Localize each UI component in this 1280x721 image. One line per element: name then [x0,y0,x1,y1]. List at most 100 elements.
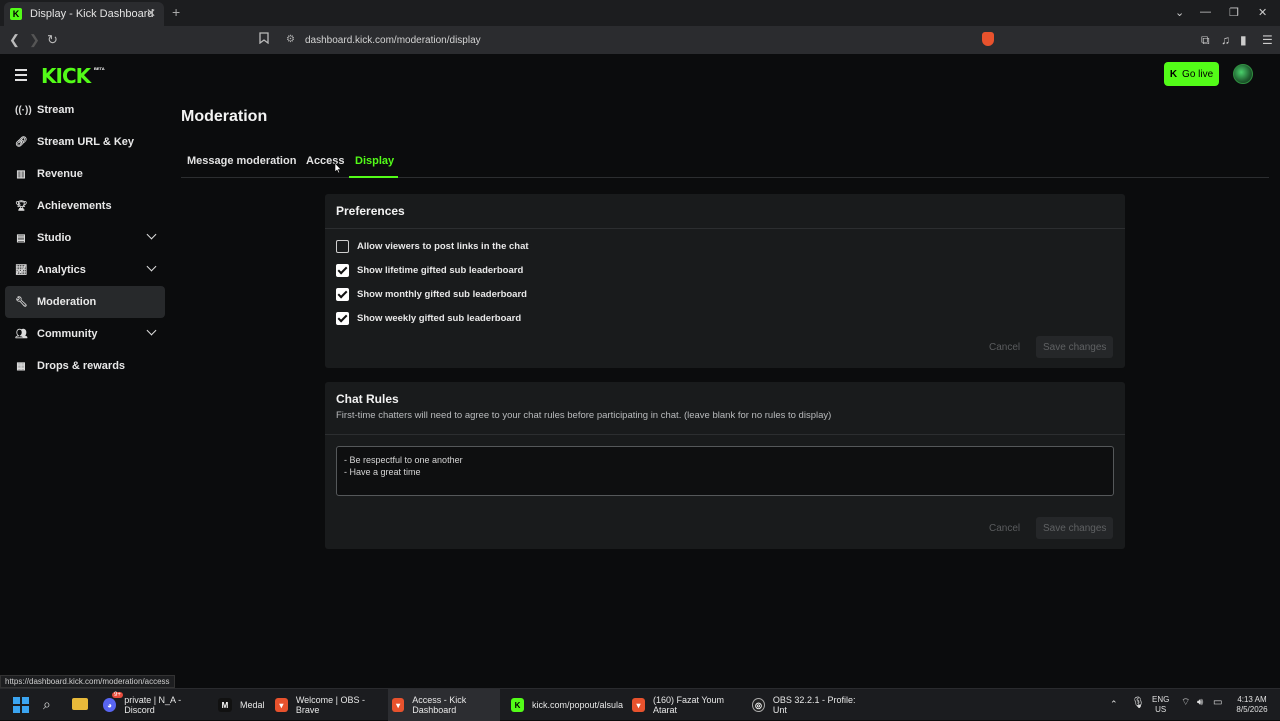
taskbar-item-kick-dashboard[interactable]: ▾ Access - Kick Dashboard [388,689,500,721]
taskbar-item-obs[interactable]: ◎ OBS 32.2.1 - Profile: Unt [748,689,863,721]
page-title: Moderation [181,108,268,125]
preferences-card: Preferences Allow viewers to post links … [325,194,1125,368]
extensions-icon[interactable]: ⧉ [1201,33,1210,48]
option-monthly-leaderboard[interactable]: Show monthly gifted sub leaderboard [336,288,527,301]
taskbar-item-kick-popout[interactable]: K kick.com/popout/alsula [507,689,623,721]
chat-rules-card: Chat Rules First-time chatters will need… [325,382,1125,549]
kick-dashboard: KICK BETA K Go live ((·)) Stream 🔗︎ Stre… [0,54,1280,688]
sidebar-item-moderation[interactable]: 🔧︎ Moderation [5,286,165,318]
link-icon: 🔗︎ [15,136,28,148]
chart-icon: ▥ [16,168,26,180]
sidebar-toggle-icon[interactable]: ▮ [1240,33,1247,47]
search-icon[interactable]: ⌕ [43,696,51,713]
save-changes-button[interactable]: Save changes [1036,336,1114,358]
address-bar-row: ❮ ❯ ↻ ⚙ dashboard.kick.com/moderation/di… [0,26,1280,54]
close-tab-icon[interactable]: ✕ [146,6,156,20]
preferences-title: Preferences [325,194,1125,229]
reload-icon[interactable]: ↻ [47,32,58,48]
monthly-leaderboard-checkbox[interactable] [336,288,349,301]
new-tab-icon[interactable]: + [172,4,180,20]
sidebar-item-label: Community [37,328,98,340]
sidebar-item-label: Moderation [37,296,97,308]
taskbar-item-medal[interactable]: M Medal [214,689,269,721]
chevron-down-icon[interactable] [146,261,157,272]
clock[interactable]: 4:13 AM 8/5/2026 [1230,695,1274,715]
obs-icon: ◎ [752,698,765,712]
option-lifetime-leaderboard[interactable]: Show lifetime gifted sub leaderboard [336,264,523,277]
brave-icon: ▾ [632,698,645,712]
option-label: Show weekly gifted sub leaderboard [357,313,522,324]
brave-shields-icon[interactable] [982,32,994,46]
language-indicator[interactable]: ENG US [1152,695,1169,715]
cancel-button[interactable]: Cancel [989,342,1020,353]
chevron-down-icon[interactable] [146,229,157,240]
cancel-button[interactable]: Cancel [989,523,1020,534]
sidebar-item-label: Stream URL & Key [37,136,134,148]
sidebar-item-label: Studio [37,232,72,244]
kick-icon: K [1169,68,1178,80]
chat-rules-textarea[interactable]: - Be respectful to one another - Have a … [336,446,1114,496]
lifetime-leaderboard-checkbox[interactable] [336,264,349,277]
file-explorer-icon[interactable] [72,698,88,710]
option-label: Show lifetime gifted sub leaderboard [357,265,524,276]
battery-icon[interactable]: ▭ [1213,698,1222,708]
windows-start-icon[interactable] [13,697,29,713]
brave-icon: ▾ [392,698,405,712]
forward-icon[interactable]: ❯ [29,32,40,48]
hamburger-menu-icon[interactable] [15,69,27,84]
volume-icon[interactable]: 🔊︎ [1197,698,1203,708]
tab-display[interactable]: Display [355,155,394,167]
bookmark-icon[interactable] [259,32,269,47]
sidebar: ((·)) Stream 🔗︎ Stream URL & Key ▥ Reven… [5,94,165,382]
sidebar-item-revenue[interactable]: ▥ Revenue [5,158,165,190]
kick-logo[interactable]: KICK [41,64,91,88]
taskbar-label: private | N_A - Discord [124,695,182,715]
mouse-cursor-icon [334,162,342,174]
taskbar-item-brave-obs[interactable]: ▾ Welcome | OBS - Brave [271,689,383,721]
sidebar-item-stream-url-key[interactable]: 🔗︎ Stream URL & Key [5,126,165,158]
microphone-icon[interactable]: 🎙︎ [1131,698,1145,709]
time-label: 4:13 AM [1237,695,1267,704]
sidebar-item-drops-rewards[interactable]: ▦ Drops & rewards [5,350,165,382]
taskbar: ⌕ ◕ private | N_A - Discord M Medal ▾ We… [0,688,1280,721]
url-field[interactable]: ⚙ dashboard.kick.com/moderation/display [280,29,1000,51]
kick-favicon-icon: K [10,8,22,20]
media-icon[interactable]: ♫ [1221,33,1230,47]
browser-tab[interactable]: K Display - Kick Dashboard ✕ [4,2,164,26]
allow-links-checkbox[interactable] [336,240,349,253]
option-weekly-leaderboard[interactable]: Show weekly gifted sub leaderboard [336,312,521,325]
chevron-down-icon[interactable]: ⌄ [1175,6,1184,19]
moderation-tabs: Message moderation Access Display [181,149,1269,178]
divider [325,434,1125,435]
menu-icon[interactable]: ☰ [1262,33,1273,47]
kick-icon: K [511,698,524,712]
sidebar-item-analytics[interactable]: 📈︎ Analytics [5,254,165,286]
restore-icon[interactable]: ❐ [1229,6,1239,19]
sidebar-item-label: Analytics [37,264,86,276]
tray-overflow-icon[interactable]: ⌃ [1110,699,1118,709]
taskbar-item-youtube[interactable]: ▾ (160) Fazat Youm Atarat [628,689,743,721]
chevron-down-icon[interactable] [146,325,157,336]
sidebar-item-achievements[interactable]: 🏆︎ Achievements [5,190,165,222]
minimize-icon[interactable]: — [1200,6,1211,18]
wrench-icon: 🔧︎ [15,296,28,308]
site-settings-icon[interactable]: ⚙ [286,34,298,46]
tab-message-moderation[interactable]: Message moderation [187,155,296,167]
taskbar-label: kick.com/popout/alsula [531,700,623,710]
trophy-icon: 🏆︎ [15,200,28,212]
save-changes-button[interactable]: Save changes [1036,517,1114,539]
sidebar-item-community[interactable]: 👥︎ Community [5,318,165,350]
sidebar-item-studio[interactable]: ▤ Studio [5,222,165,254]
option-allow-links[interactable]: Allow viewers to post links in the chat [336,240,529,253]
medal-icon: M [218,698,232,712]
wifi-icon[interactable]: ⌔ [1181,698,1190,708]
option-label: Show monthly gifted sub leaderboard [357,289,527,300]
back-icon[interactable]: ❮ [9,32,20,48]
close-window-icon[interactable]: ✕ [1258,6,1267,19]
weekly-leaderboard-checkbox[interactable] [336,312,349,325]
analytics-icon: 📈︎ [15,264,28,276]
avatar[interactable] [1233,64,1253,84]
taskbar-label: Welcome | OBS - Brave [295,695,365,715]
go-live-button[interactable]: K Go live [1164,62,1219,86]
sidebar-item-stream[interactable]: ((·)) Stream [5,94,165,126]
